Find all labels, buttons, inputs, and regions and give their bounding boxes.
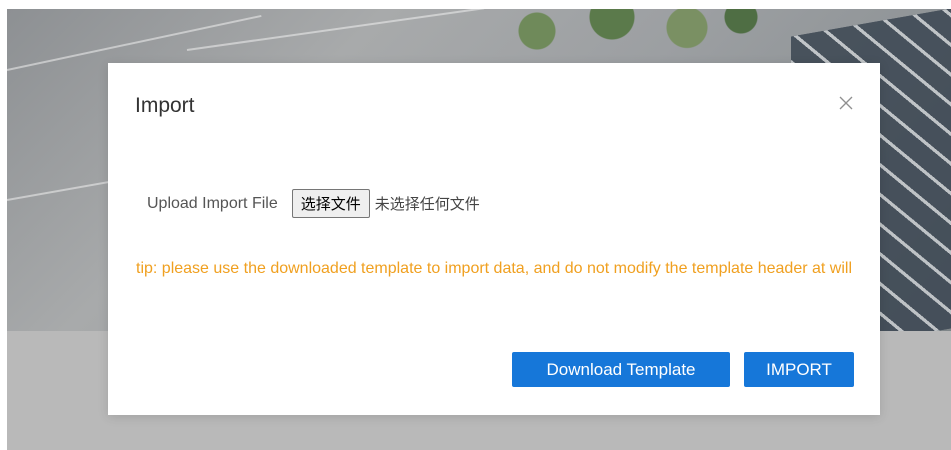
import-button[interactable]: IMPORT bbox=[744, 352, 854, 387]
tip-text: tip: please use the downloaded template … bbox=[136, 260, 852, 277]
page: Import Upload Import File 选择文件 未选择任何文件 t… bbox=[0, 0, 951, 450]
upload-label: Upload Import File bbox=[147, 194, 278, 212]
file-status-text: 未选择任何文件 bbox=[374, 195, 480, 213]
upload-row: Upload Import File 选择文件 未选择任何文件 bbox=[147, 189, 480, 218]
download-template-button[interactable]: Download Template bbox=[512, 352, 730, 387]
import-dialog: Import Upload Import File 选择文件 未选择任何文件 t… bbox=[108, 63, 880, 415]
choose-file-button[interactable]: 选择文件 bbox=[291, 189, 370, 218]
close-icon[interactable] bbox=[836, 93, 856, 113]
dialog-title: Import bbox=[135, 94, 195, 117]
